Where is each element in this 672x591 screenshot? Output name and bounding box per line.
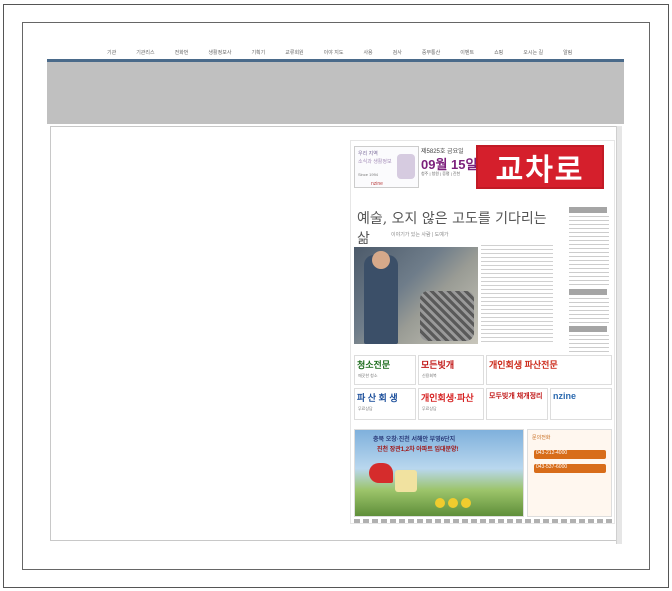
article-body	[481, 245, 553, 345]
nav-item[interactable]: 전화번	[175, 49, 189, 56]
ad-line1: 우리 지역	[358, 151, 378, 157]
badge-circles	[435, 498, 471, 508]
ad-title: 청소전문	[357, 360, 391, 370]
banner-line1: 충북 오창·진천 서해안 부영6단지	[373, 437, 456, 443]
sidebar-head	[569, 289, 607, 295]
ad-character-image	[397, 154, 415, 179]
masthead-logo: 교차로	[476, 145, 604, 189]
article-photo[interactable]	[354, 247, 478, 344]
nav-item[interactable]: 이야 지도	[324, 49, 344, 56]
ad-cell[interactable]: 청소전문 깨끗한 청소	[354, 355, 416, 385]
ad-title: 파 산 회 생	[357, 393, 398, 403]
photo-sculpture	[420, 291, 474, 341]
classified-ads: 청소전문 깨끗한 청소 모든빚개 신용회복 개인회생 파산전문 파 산 회 생 …	[354, 355, 612, 421]
nav-item[interactable]: 검사	[393, 49, 402, 56]
nav-item[interactable]: 사용	[363, 49, 372, 56]
contact-label: 문의전화	[532, 435, 551, 441]
nav-item[interactable]: 쇼핑	[494, 49, 503, 56]
page-footer	[354, 519, 612, 523]
newspaper-page[interactable]: 우리 지역 소식과 생활정보 Since 1994 nzine 제5825호 금…	[350, 140, 615, 524]
ad-tiny: Since 1994	[358, 172, 379, 177]
masthead-text: 교차로	[495, 153, 585, 188]
ad-title: 개인회생 파산전문	[489, 360, 558, 370]
ad-title: 개인회생·파산	[421, 393, 474, 403]
phone-number: 043-537-6000	[536, 464, 568, 470]
nav-item[interactable]: 기관리스	[136, 49, 154, 56]
sidebar-text	[569, 298, 609, 323]
ad-sub: 깨끗한 청소	[358, 373, 378, 378]
nav-item[interactable]: 기관	[107, 49, 116, 56]
ad-logo: nzine	[371, 181, 383, 187]
header-band	[47, 62, 624, 124]
ad-cell[interactable]: 개인회생·파산 무료상담	[418, 388, 484, 420]
article-headline[interactable]: 예술, 오지 않은 고도를 기다리는 삶	[357, 208, 563, 248]
issue-region: 청주 | 청원 | 증평 | 진천	[421, 171, 461, 176]
viewer-scrollbar[interactable]	[616, 126, 622, 544]
nav-item[interactable]: 알림	[563, 49, 572, 56]
ad-title: 모두빚개 채개정리	[489, 393, 543, 400]
sidebar-text	[569, 216, 609, 286]
ad-sub: 무료상담	[358, 406, 373, 411]
nav-item[interactable]: 교류회원	[285, 49, 303, 56]
top-left-ad[interactable]: 우리 지역 소식과 생활정보 Since 1994 nzine	[354, 146, 419, 188]
ad-cell[interactable]: 모두빚개 채개정리	[486, 388, 548, 420]
nav-item[interactable]: 생활정보사	[208, 49, 231, 56]
nav-item[interactable]: 기획기	[251, 49, 265, 56]
ad-cell[interactable]: 모든빚개 신용회복	[418, 355, 484, 385]
sidebar-head	[569, 207, 607, 213]
top-navigation: 기관 기관리스 전화번 생활정보사 기획기 교류회원 이야 지도 사용 검사 중…	[47, 46, 624, 60]
nav-item[interactable]: 이벤트	[460, 49, 474, 56]
ad-line2: 소식과 생활정보	[358, 159, 392, 165]
ad-cell[interactable]: 파 산 회 생 무료상담	[354, 388, 416, 420]
heart-icon	[369, 463, 393, 483]
photo-face	[372, 251, 390, 269]
ad-title: 모든빚개	[421, 360, 455, 370]
real-estate-banner[interactable]: 충북 오창·진천 서해안 부영6단지 진천 장관1,2차 아파트 임대분양!	[354, 429, 524, 517]
nav-item[interactable]: 오시는 길	[523, 49, 543, 56]
ad-sub: 무료상담	[422, 406, 437, 411]
ad-title: nzine	[553, 391, 577, 401]
phone-number: 043-212-4000	[536, 450, 568, 456]
ad-sub: 신용회복	[422, 373, 437, 378]
article-byline: 이야기가 있는 사람 | 도예가	[391, 232, 449, 238]
nav-item[interactable]: 중부통산	[422, 49, 440, 56]
sidebar-head	[569, 326, 607, 332]
banner-line2: 진천 장관1,2차 아파트 임대분양!	[377, 447, 459, 453]
gift-icon	[395, 470, 417, 492]
contact-banner[interactable]: 문의전화 043-212-4000 043-537-6000	[527, 429, 612, 517]
ad-cell[interactable]: 개인회생 파산전문	[486, 355, 612, 385]
ad-cell[interactable]: nzine	[550, 388, 612, 420]
